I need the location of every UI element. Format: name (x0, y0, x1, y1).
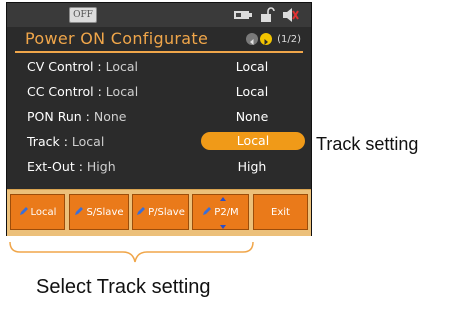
pencil-icon (19, 206, 29, 219)
annotation-track-setting: Track setting (316, 134, 419, 154)
setting-value: None (235, 109, 269, 124)
setting-row-track[interactable]: Track : Local Local (7, 130, 311, 155)
setting-label: Ext-Out : High (27, 159, 116, 174)
page-indicator: (1/2) (277, 33, 301, 45)
softkey-label: Local (30, 206, 57, 218)
mute-icon (281, 7, 299, 23)
setting-label: CC Control : Local (27, 84, 139, 99)
next-page-icon[interactable] (260, 33, 273, 45)
softkey-exit-button[interactable]: Exit (253, 194, 308, 230)
unlock-icon (259, 7, 275, 23)
output-state-badge: OFF (69, 7, 97, 23)
pencil-icon (74, 206, 84, 219)
prev-page-icon[interactable] (246, 33, 259, 45)
softkey-s-slave-button[interactable]: S/Slave (69, 194, 129, 230)
softkey-local-button[interactable]: Local (10, 194, 65, 230)
settings-list: CV Control : Local Local CC Control : Lo… (7, 55, 311, 180)
pencil-icon (202, 206, 212, 219)
setting-label: Track : Local (27, 134, 105, 149)
softkey-label: S/Slave (86, 206, 124, 218)
status-icons (233, 6, 299, 24)
setting-label: PON Run : None (27, 109, 127, 124)
status-bar: OFF (7, 3, 311, 27)
menu-header: Power ON Configurate (1/2) (15, 29, 303, 53)
setting-row-ext-out[interactable]: Ext-Out : High High (7, 155, 311, 180)
setting-value: Local (235, 84, 269, 99)
setting-row-cv-control[interactable]: CV Control : Local Local (7, 55, 311, 80)
device-screen: OFF Power ON Configurate (1/2) CV Contro… (6, 2, 312, 236)
softkey-label: P/Slave (148, 206, 185, 218)
softkey-p2-m-button[interactable]: P2/M (192, 194, 249, 230)
annotation-select-track: Select Track setting (36, 276, 211, 298)
setting-label: CV Control : Local (27, 59, 139, 74)
softkey-label: Exit (271, 206, 290, 218)
battery-icon (233, 9, 253, 21)
bracket-brace (9, 241, 254, 263)
setting-value: Local (235, 59, 269, 74)
up-down-arrows-icon (219, 196, 227, 233)
page-title: Power ON Configurate (25, 29, 209, 48)
selected-setting-value[interactable]: Local (201, 132, 305, 150)
setting-row-pon-run[interactable]: PON Run : None None (7, 105, 311, 130)
page-navigator[interactable]: (1/2) (246, 33, 301, 45)
setting-value: High (237, 159, 267, 174)
pencil-icon (136, 206, 146, 219)
softkey-p-slave-button[interactable]: P/Slave (132, 194, 189, 230)
setting-row-cc-control[interactable]: CC Control : Local Local (7, 80, 311, 105)
softkey-bar: Local S/Slave P/Slave P2/M Exit (7, 189, 311, 236)
